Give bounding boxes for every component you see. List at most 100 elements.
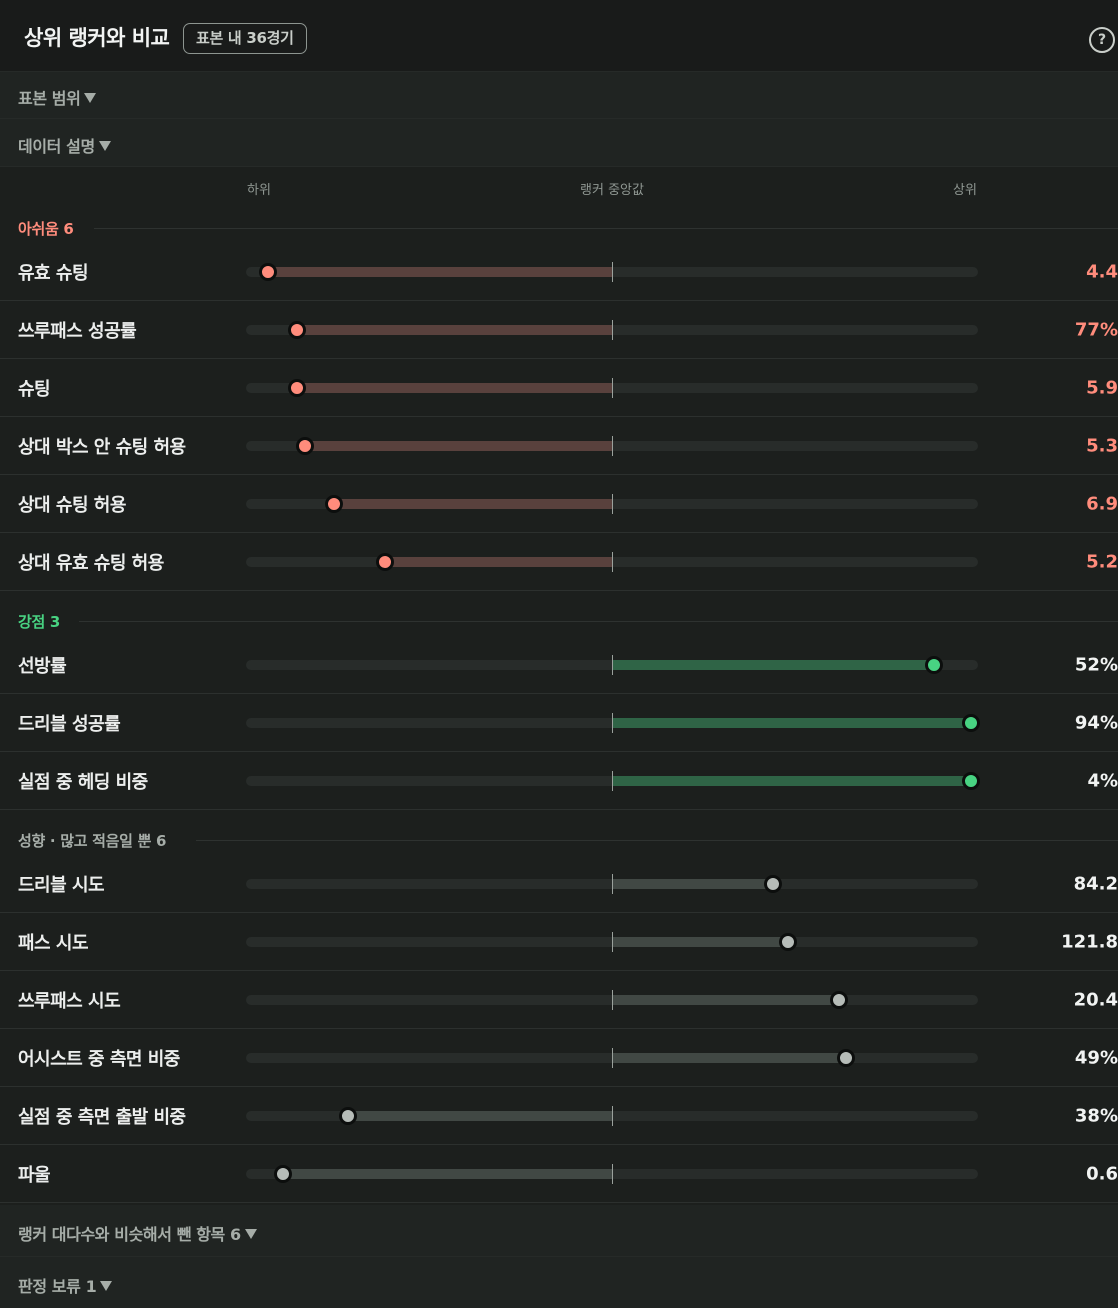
median-marker — [612, 931, 613, 952]
comparison-row: 슈팅 5.9 — [0, 359, 1118, 417]
similar-items-toggle[interactable]: 랭커 대다수와 비슷해서 뺀 항목 6 — [0, 1205, 1118, 1257]
player-position-dot — [259, 262, 277, 281]
section-divider — [79, 621, 1118, 622]
section-title-weak: 아쉬움 6 — [18, 220, 74, 238]
median-marker — [612, 770, 613, 791]
metric-value: 5.3 — [1086, 435, 1118, 456]
page-title: 상위 랭커와 비교 — [24, 26, 170, 50]
chevron-down-icon — [244, 1229, 257, 1239]
deviation-bar — [612, 659, 934, 670]
median-marker — [612, 654, 613, 675]
metric-value: 4.4 — [1086, 261, 1118, 282]
data-description-label: 데이터 설명 — [18, 137, 95, 156]
deviation-bar — [348, 1110, 612, 1121]
deviation-bar — [334, 498, 612, 509]
comparison-track — [246, 435, 978, 456]
panel-header: 상위 랭커와 비교 표본 내 36경기 ? — [0, 0, 1118, 72]
median-marker — [612, 1047, 613, 1068]
player-position-dot — [288, 378, 306, 397]
metric-label: 상대 박스 안 슈팅 허용 — [18, 436, 186, 458]
player-position-dot — [376, 552, 394, 571]
scale-low-label: 하위 — [247, 183, 271, 198]
comparison-row: 파울 0.6 — [0, 1145, 1118, 1203]
median-marker — [612, 435, 613, 456]
comparison-track — [246, 712, 980, 733]
chevron-down-icon — [100, 1281, 113, 1291]
metric-value: 52% — [1074, 654, 1118, 675]
metric-label: 상대 슈팅 허용 — [18, 494, 126, 516]
deviation-bar — [283, 1168, 612, 1179]
comparison-row: 쓰루패스 성공률 77% — [0, 301, 1118, 359]
metric-value: 94% — [1074, 712, 1118, 733]
section-title-style: 성향 · 많고 적음일 뿐 6 — [18, 832, 167, 850]
comparison-track — [246, 1047, 978, 1068]
deviation-bar — [297, 324, 612, 335]
metric-label: 슈팅 — [18, 378, 51, 400]
comparison-row: 어시스트 중 측면 비중 49% — [0, 1029, 1118, 1087]
player-position-dot — [962, 771, 980, 790]
comparison-track — [246, 493, 978, 514]
player-position-dot — [962, 713, 980, 732]
pending-toggle[interactable]: 판정 보류 1 — [0, 1257, 1118, 1308]
metric-value: 38% — [1074, 1105, 1118, 1126]
comparison-track — [246, 261, 978, 282]
player-position-dot — [779, 932, 797, 951]
player-position-dot — [288, 320, 306, 339]
median-marker — [612, 261, 613, 282]
deviation-bar — [612, 775, 971, 786]
metric-label: 파울 — [18, 1164, 51, 1186]
metric-value: 0.6 — [1086, 1163, 1118, 1184]
chevron-down-icon — [84, 93, 97, 103]
help-icon[interactable]: ? — [1089, 27, 1115, 53]
sample-range-toggle[interactable]: 표본 범위 — [0, 72, 1118, 119]
comparison-track — [246, 770, 980, 791]
median-marker — [612, 989, 613, 1010]
metric-label: 상대 유효 슈팅 허용 — [18, 552, 164, 574]
metric-label: 유효 슈팅 — [18, 262, 89, 284]
deviation-bar — [612, 936, 788, 947]
median-marker — [612, 1163, 613, 1184]
metric-value: 121.8 — [1061, 931, 1118, 952]
section-title-strong: 강점 3 — [18, 613, 61, 631]
deviation-bar — [385, 556, 612, 567]
comparison-row: 드리블 시도 84.2 — [0, 855, 1118, 913]
comparison-track — [246, 989, 978, 1010]
deviation-bar — [612, 717, 971, 728]
comparison-track — [246, 377, 978, 398]
comparison-track — [246, 873, 978, 894]
section-divider — [94, 228, 1118, 229]
sample-range-label: 표본 범위 — [18, 89, 81, 108]
metric-label: 쓰루패스 성공률 — [18, 320, 137, 342]
deviation-bar — [268, 266, 612, 277]
median-marker — [612, 551, 613, 572]
median-marker — [612, 873, 613, 894]
comparison-track — [246, 931, 978, 952]
data-description-toggle[interactable]: 데이터 설명 — [0, 119, 1118, 167]
comparison-row: 상대 유효 슈팅 허용 5.2 — [0, 533, 1118, 591]
metric-label: 드리블 성공률 — [18, 713, 121, 735]
comparison-track — [246, 551, 978, 572]
comparison-row: 패스 시도 121.8 — [0, 913, 1118, 971]
comparison-row: 실점 중 측면 출발 비중 38% — [0, 1087, 1118, 1145]
median-marker — [612, 319, 613, 340]
metric-label: 선방률 — [18, 655, 67, 677]
deviation-bar — [305, 440, 612, 451]
median-marker — [612, 1105, 613, 1126]
metric-value: 5.2 — [1086, 551, 1118, 572]
player-position-dot — [274, 1164, 292, 1183]
comparison-track — [246, 319, 978, 340]
comparison-row: 쓰루패스 시도 20.4 — [0, 971, 1118, 1029]
comparison-row: 상대 슈팅 허용 6.9 — [0, 475, 1118, 533]
player-position-dot — [764, 874, 782, 893]
deviation-bar — [297, 382, 612, 393]
median-marker — [612, 377, 613, 398]
comparison-row: 드리블 성공률 94% — [0, 694, 1118, 752]
player-position-dot — [325, 494, 343, 513]
metric-label: 쓰루패스 시도 — [18, 990, 121, 1012]
comparison-row: 유효 슈팅 4.4 — [0, 243, 1118, 301]
median-marker — [612, 493, 613, 514]
player-position-dot — [339, 1106, 357, 1125]
deviation-bar — [612, 994, 839, 1005]
player-position-dot — [830, 990, 848, 1009]
pending-label: 판정 보류 1 — [18, 1277, 97, 1296]
